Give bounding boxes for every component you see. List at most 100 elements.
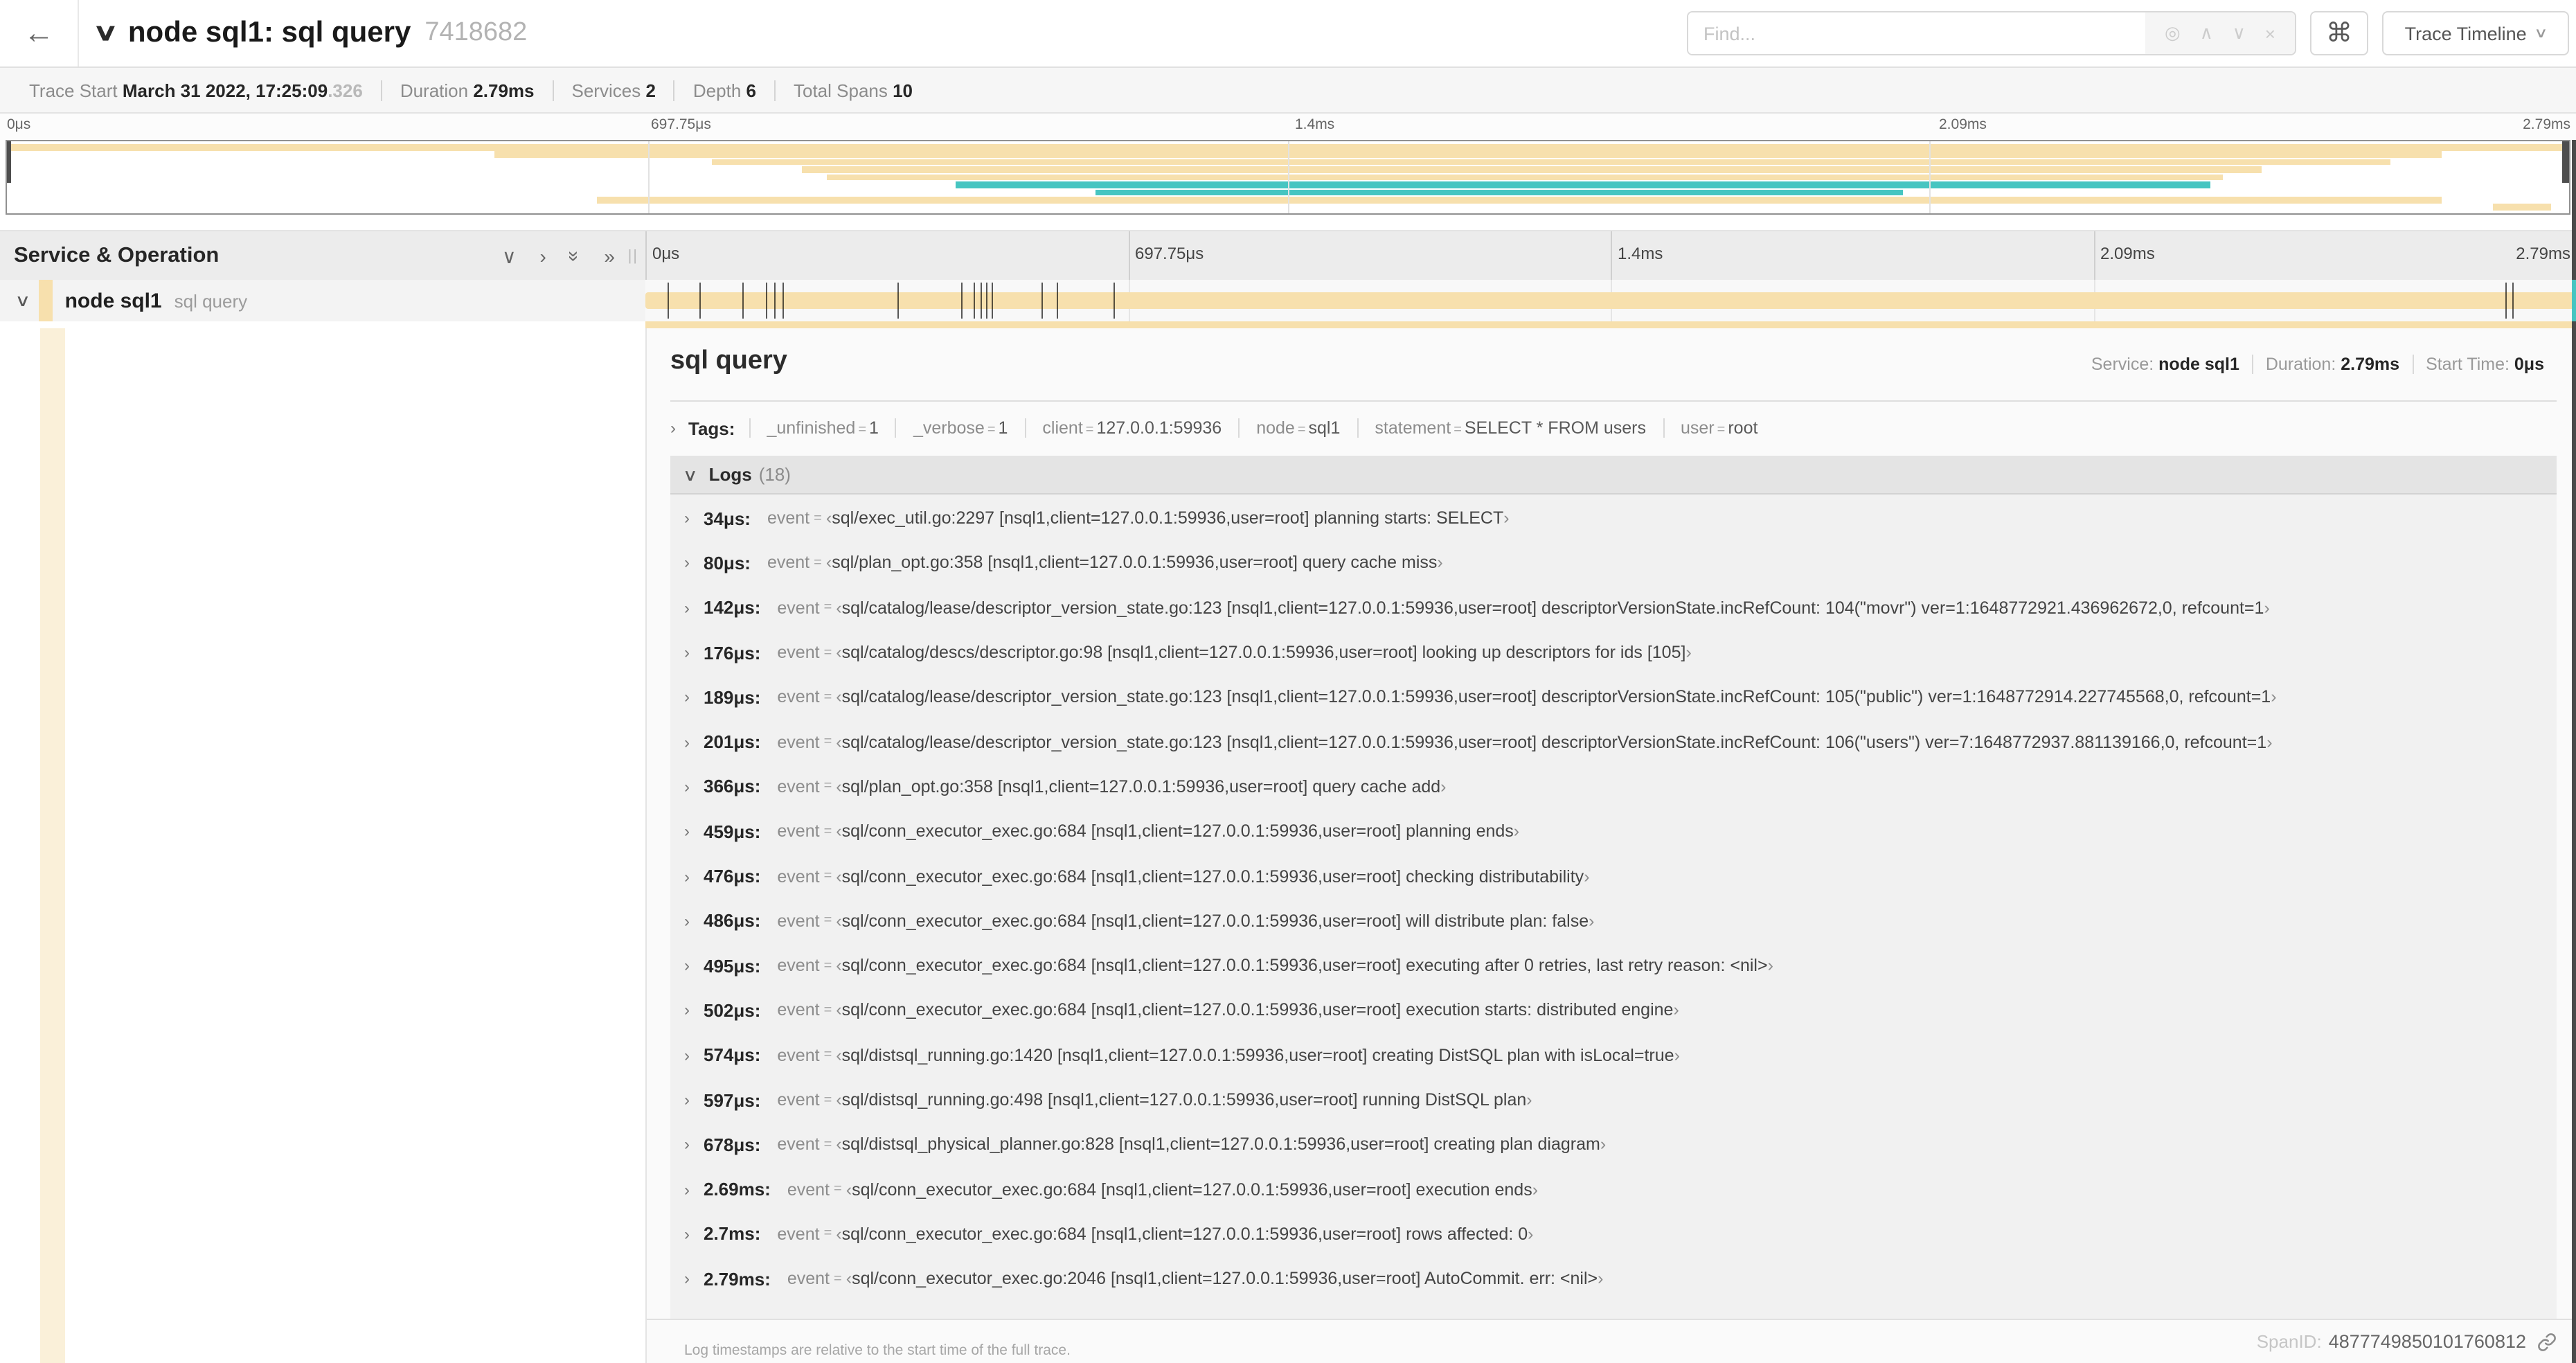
collapse-all-icon[interactable]: »: [564, 250, 587, 261]
tags-accordion[interactable]: › Tags: _unfinished = 1 _verbose = 1 client = 12…: [670, 411, 2557, 445]
minimap-right-scrubber[interactable]: [2562, 141, 2569, 183]
span-log-marker: [667, 283, 669, 319]
tag-item: _unfinished = 1: [749, 418, 895, 438]
locate-icon[interactable]: ◎: [2165, 22, 2181, 44]
log-field-value: sql/distsql_running.go:498 [nsql1,client…: [841, 1090, 1527, 1110]
back-button[interactable]: ←: [0, 0, 79, 66]
equals-sign: =: [823, 689, 832, 705]
collapse-one-icon[interactable]: ∨: [502, 246, 517, 265]
chevron-right-icon: ›: [684, 956, 690, 976]
find-input[interactable]: [1688, 12, 2145, 54]
chevron-right-icon: ›: [670, 418, 676, 438]
log-time: 476μs:: [704, 866, 761, 887]
log-field-value: sql/conn_executor_exec.go:2046 [nsql1,cl…: [852, 1269, 1598, 1289]
page-title: node sql1: sql query: [127, 17, 411, 48]
close-angle: ›: [1503, 508, 1510, 528]
log-row[interactable]: › 574μs: event = ‹ sql/distsql_running.go:142…: [670, 1033, 2557, 1078]
log-row[interactable]: › 2.7ms: event = ‹ sql/conn_executor_exec.go:…: [670, 1212, 2557, 1257]
open-angle: ‹: [836, 821, 842, 841]
logs-rows: › 34μs: event = ‹ sql/exec_util.go:2297 [nsql…: [670, 496, 2557, 1301]
tag-item: client = 127.0.0.1:59936: [1024, 418, 1238, 438]
close-angle: ›: [2264, 598, 2270, 618]
expand-all-icon[interactable]: »: [604, 246, 615, 265]
log-row[interactable]: › 476μs: event = ‹ sql/conn_executor_exec.go:…: [670, 854, 2557, 899]
span-summary-item: Duration: 2.79ms: [2251, 355, 2412, 374]
tag-key: _verbose: [913, 418, 985, 438]
log-field-key: event: [777, 598, 820, 618]
span-log-marker: [1041, 283, 1043, 319]
open-angle: ‹: [825, 508, 832, 528]
tags-label: Tags:: [688, 418, 735, 438]
close-angle: ›: [1589, 911, 1595, 931]
chevron-right-icon: ›: [684, 1090, 690, 1110]
divider: [670, 400, 2557, 402]
timeline-right-edge-scrubber[interactable]: [2572, 140, 2576, 1363]
log-time: 678μs:: [704, 1134, 761, 1155]
log-field-key: event: [777, 732, 820, 752]
close-angle: ›: [1526, 1090, 1532, 1110]
chevron-right-icon: ›: [684, 643, 690, 663]
spanid-row: SpanID: 4877749850101760812: [647, 1319, 2576, 1363]
open-angle: ‹: [836, 1134, 842, 1155]
next-match-icon[interactable]: ∨: [2233, 22, 2246, 44]
close-angle: ›: [2271, 687, 2277, 707]
log-field-value: sql/plan_opt.go:358 [nsql1,client=127.0.…: [841, 776, 1441, 796]
timeline-ticks: 0μs 697.75μs 1.4ms 2.09ms 2.79ms: [645, 231, 2576, 280]
chevron-down-icon: ∨: [682, 465, 698, 484]
log-row[interactable]: › 2.69ms: event = ‹ sql/conn_executor_exec.go…: [670, 1167, 2557, 1212]
summary-label: Service:: [2091, 355, 2159, 374]
close-angle: ›: [1685, 643, 1692, 663]
minimap-axis-label: 697.75μs: [651, 116, 711, 133]
chevron-down-icon[interactable]: ∨: [93, 19, 118, 47]
log-row[interactable]: › 486μs: event = ‹ sql/conn_executor_exec.go:…: [670, 898, 2557, 943]
tag-value: root: [1728, 418, 1758, 438]
summary-value: 0μs: [2514, 355, 2544, 374]
timeline-tick-label: 2.79ms: [2516, 244, 2570, 263]
prev-match-icon[interactable]: ∧: [2200, 22, 2213, 44]
expand-one-icon[interactable]: ›: [539, 246, 546, 265]
span-log-marker: [1057, 283, 1059, 319]
trace-view-select[interactable]: Trace Timeline ∨: [2382, 11, 2569, 55]
span-log-marker: [991, 283, 993, 319]
log-row[interactable]: › 80μs: event = ‹ sql/plan_opt.go:358 [nsql1,…: [670, 541, 2557, 586]
log-row[interactable]: › 142μs: event = ‹ sql/catalog/lease/descript…: [670, 585, 2557, 630]
log-field-key: event: [777, 866, 820, 887]
log-row[interactable]: › 176μs: event = ‹ sql/catalog/descs/descript…: [670, 630, 2557, 675]
link-icon[interactable]: [2537, 1332, 2557, 1351]
keyboard-shortcuts-button[interactable]: ⌘: [2310, 11, 2368, 55]
log-row[interactable]: › 495μs: event = ‹ sql/conn_executor_exec.go:…: [670, 943, 2557, 988]
trace-meta-item: Depth 6: [673, 80, 774, 100]
log-row[interactable]: › 2.79ms: event = ‹ sql/conn_executor_exec.go…: [670, 1256, 2557, 1301]
log-time: 574μs:: [704, 1044, 761, 1066]
trace-minimap[interactable]: [6, 140, 2570, 215]
log-field-key: event: [777, 1224, 820, 1244]
column-resize-handle[interactable]: ||: [628, 248, 638, 265]
span-log-marker: [2505, 283, 2507, 319]
open-angle: ‹: [836, 687, 842, 707]
log-row[interactable]: › 597μs: event = ‹ sql/distsql_running.go:498…: [670, 1078, 2557, 1123]
log-row[interactable]: › 201μs: event = ‹ sql/catalog/lease/descript…: [670, 720, 2557, 765]
close-angle: ›: [2266, 732, 2273, 752]
trace-meta-item: Services 2: [552, 80, 674, 100]
log-field-key: event: [777, 687, 820, 707]
log-row[interactable]: › 34μs: event = ‹ sql/exec_util.go:2297 [nsql…: [670, 496, 2557, 541]
span-log-marker: [765, 283, 767, 319]
log-time: 34μs:: [704, 508, 751, 529]
log-row[interactable]: › 502μs: event = ‹ sql/conn_executor_exec.go:…: [670, 988, 2557, 1033]
chevron-right-icon: ›: [684, 1179, 690, 1200]
log-row[interactable]: › 459μs: event = ‹ sql/conn_executor_exec.go:…: [670, 809, 2557, 854]
span-row-name-cell[interactable]: ∨ node sql1 sql query: [0, 280, 647, 321]
clear-search-icon[interactable]: ×: [2265, 23, 2275, 44]
chevron-down-icon[interactable]: ∨: [15, 291, 30, 310]
span-duration-bar[interactable]: [645, 292, 2576, 309]
span-detail-summary: Service: node sql1 Duration: 2.79ms Start …: [2079, 355, 2557, 374]
command-icon: ⌘: [2326, 19, 2352, 48]
log-field-value: sql/conn_executor_exec.go:684 [nsql1,cli…: [841, 1224, 1528, 1244]
log-row[interactable]: › 366μs: event = ‹ sql/plan_opt.go:358 [nsql1…: [670, 765, 2557, 810]
log-row[interactable]: › 189μs: event = ‹ sql/catalog/lease/descript…: [670, 675, 2557, 720]
span-bar-area[interactable]: [645, 280, 2576, 321]
logs-accordion-header[interactable]: ∨ Logs (18): [670, 456, 2557, 495]
log-row[interactable]: › 678μs: event = ‹ sql/distsql_physical_plann…: [670, 1122, 2557, 1167]
tag-key: node: [1256, 418, 1295, 438]
minimap-left-scrubber[interactable]: [7, 141, 11, 183]
